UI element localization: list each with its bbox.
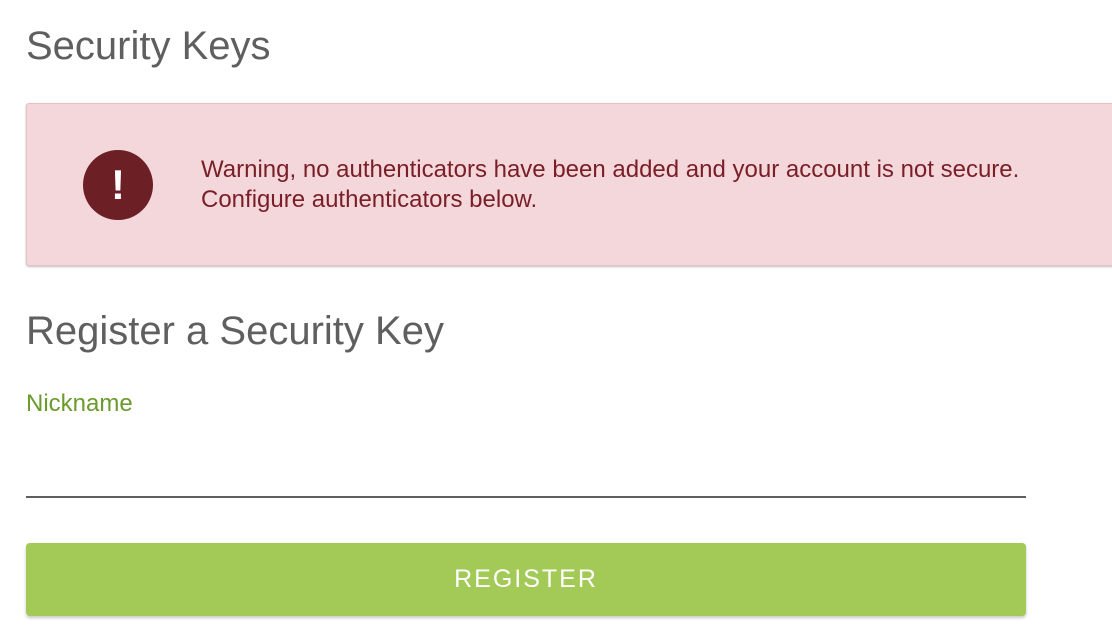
register-button[interactable]: REGISTER (26, 543, 1026, 616)
page-title: Security Keys (26, 24, 271, 68)
alert-message-line-2: Configure authenticators below. (201, 186, 538, 213)
alert-message-line-1: Warning, no authenticators have been add… (201, 156, 1020, 183)
warning-alert: ! Warning, no authenticators have been a… (26, 103, 1112, 266)
exclamation-icon: ! (83, 150, 153, 220)
nickname-label: Nickname (26, 390, 133, 417)
nickname-input[interactable] (26, 440, 1026, 498)
register-section-title: Register a Security Key (26, 309, 444, 353)
alert-message: Warning, no authenticators have been add… (201, 155, 1112, 215)
